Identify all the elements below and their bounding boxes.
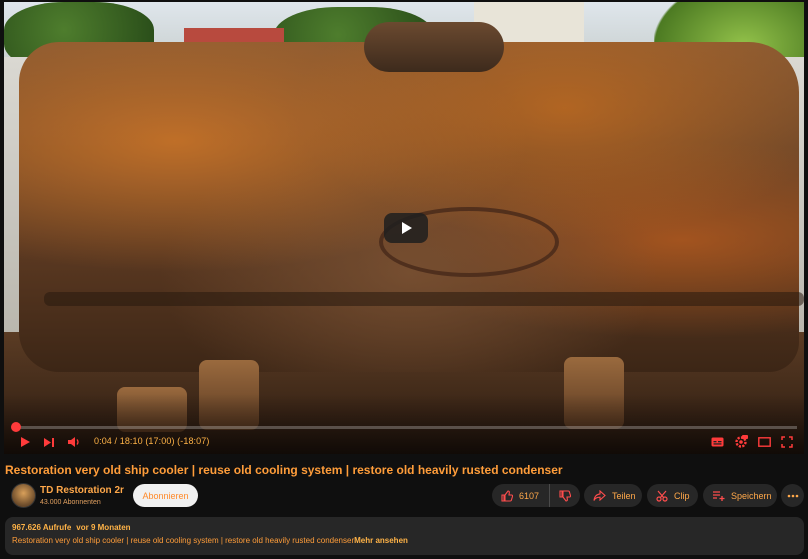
center-play-button[interactable] [384,213,428,243]
scissors-icon [656,490,668,502]
play-icon [402,222,412,234]
settings-icon [735,435,748,448]
channel-name[interactable]: TD Restoration 2r [40,485,124,496]
fullscreen-icon [781,436,793,448]
clip-label: Clip [674,490,690,501]
more-actions-button[interactable] [781,484,804,507]
time-display: 0:04 / 18:10 (17:00) (-18:07) [94,436,210,446]
save-icon [713,491,725,501]
description-box[interactable]: 967.626 Aufrufe vor 9 Monaten Restoration… [5,517,804,555]
play-button[interactable] [18,434,32,450]
upload-age: vor 9 Monaten [76,523,131,532]
miniplayer-icon [757,437,771,447]
next-button[interactable] [42,434,56,450]
next-icon [44,437,54,447]
clip-button[interactable]: Clip [647,484,698,507]
miniplayer-button[interactable] [757,434,771,450]
save-button[interactable]: Speichern [703,484,777,507]
fullscreen-button[interactable] [780,434,794,450]
play-icon [20,437,30,447]
like-count: 6107 [519,490,540,501]
subscriber-count: 43.000 Abonnenten [40,499,101,506]
like-button[interactable]: 6107 [492,484,551,507]
like-icon [501,489,513,502]
progress-bar[interactable] [11,422,797,432]
description-body: Restoration very old ship cooler | reuse… [12,536,355,545]
description-meta: 967.626 Aufrufe vor 9 Monaten [12,523,797,532]
subtitles-button[interactable] [710,434,724,450]
volume-icon [67,437,79,447]
show-more-link[interactable]: Mehr ansehen [354,536,408,545]
save-label: Speichern [731,490,772,501]
dislike-icon [559,489,572,502]
like-dislike-group: 6107 [492,484,580,507]
share-label: Teilen [612,490,636,501]
view-count: 967.626 Aufrufe [12,523,72,532]
subscribe-button[interactable]: Abonnieren [133,484,198,507]
dislike-button[interactable] [550,484,580,507]
video-title: Restoration very old ship cooler | reuse… [5,463,563,477]
share-button[interactable]: Teilen [584,484,642,507]
share-icon [593,490,606,501]
settings-button[interactable] [733,434,749,450]
more-icon [787,494,798,497]
video-player[interactable]: 0:04 / 18:10 (17:00) (-18:07) [4,2,804,454]
description-text: Restoration very old ship cooler | reuse… [12,536,797,545]
rusted-cooler [19,42,804,372]
subtitles-icon [711,437,723,447]
channel-avatar[interactable] [11,483,36,508]
volume-button[interactable] [66,434,80,450]
